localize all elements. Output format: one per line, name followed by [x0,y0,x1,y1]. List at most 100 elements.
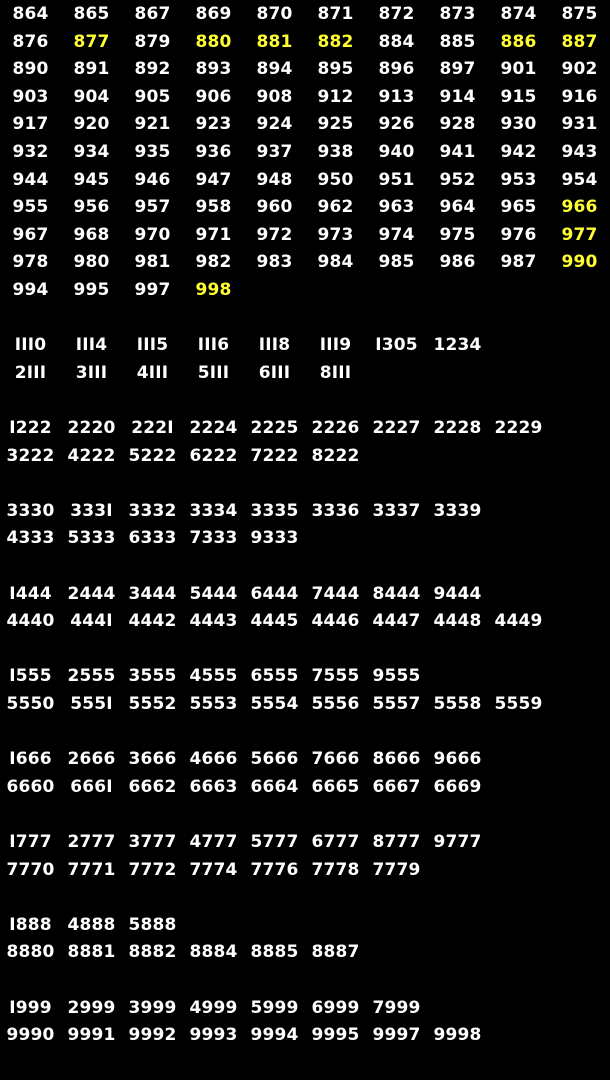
number: 6660 [6,776,55,797]
number: 7771 [67,859,116,880]
number: 8666 [372,749,421,770]
number: I999 [9,997,52,1018]
number: 902 [561,59,598,80]
number: 4555 [189,666,238,687]
number: 963 [378,197,415,218]
number: 4999 [189,997,238,1018]
number: 948 [256,169,293,190]
number: 9991 [67,1025,116,1046]
number: 5556 [311,694,360,714]
number: 894 [256,59,293,80]
number: 9555 [372,666,421,687]
number: 953 [500,169,537,190]
number: 912 [317,86,354,107]
number: 5554 [250,694,299,714]
number: 943 [561,142,598,162]
number: 925 [317,114,354,135]
number: 987 [500,252,537,273]
number: 5222 [128,445,177,466]
number: 891 [73,59,110,80]
number: 872 [378,4,415,24]
number: 7776 [250,859,299,880]
number: 946 [134,169,171,190]
highlighted-number: 990 [561,252,598,273]
number: III6 [197,335,230,356]
number: 867 [134,4,171,24]
number: 5552 [128,694,177,714]
number: 6333 [128,528,177,549]
spacer-row [0,469,610,497]
highlighted-number: 998 [195,280,232,300]
number: 6664 [250,776,299,797]
number: 936 [195,142,232,162]
spacer-row [0,304,610,332]
number: 5557 [372,694,421,714]
number: 954 [561,169,598,190]
number: 885 [439,31,476,52]
number: 960 [256,197,293,218]
number: 983 [256,252,293,273]
number-row: 6660 666I 6662 6663 6664 6665 6667 6669 [0,773,610,801]
number: 2228 [433,418,482,438]
number: 950 [317,169,354,190]
number: III0 [14,335,47,356]
number: 9995 [311,1025,360,1046]
number: 9994 [250,1025,299,1046]
number: 956 [73,197,110,218]
number-row: I777 2777 3777 4777 5777 6777 8777 9777 [0,828,610,856]
number: 905 [134,86,171,107]
number: 903 [12,86,49,107]
number: 6444 [250,583,299,604]
number: 3222 [6,445,55,466]
number: 4447 [372,611,421,632]
number-row: 864 865 867 869 870 871 872 873 874 875 [0,0,610,28]
number: 9990 [6,1025,55,1046]
number: 968 [73,224,110,245]
number-row: I222 2220 222I 2224 2225 2226 2227 2228 2229 [0,414,610,442]
number: 895 [317,59,354,80]
number: 869 [195,4,232,24]
spacer-row [0,800,610,828]
number: 904 [73,86,110,107]
highlighted-number: 877 [73,31,110,52]
number: 940 [378,142,415,162]
number: 8884 [189,942,238,963]
number: 917 [12,114,49,135]
number: 7666 [311,749,360,770]
number: 5550 [6,694,55,714]
number-row: 967 968 970 971 972 973 974 975 976 977 [0,221,610,249]
number: 7222 [250,445,299,466]
number: 4446 [311,611,360,632]
number: 873 [439,4,476,24]
number: 5558 [433,694,482,714]
number: 5999 [250,997,299,1018]
number: 5559 [494,694,543,714]
number: 2444 [67,583,116,604]
number: 6222 [189,445,238,466]
spacer-row [0,966,610,994]
number: 4III [136,362,169,383]
number: 976 [500,224,537,245]
number: 3444 [128,583,177,604]
number: 7333 [189,528,238,549]
number: 4777 [189,832,238,852]
number: 555I [70,694,113,714]
number: 5III [197,362,230,383]
number: 967 [12,224,49,245]
number: I555 [9,666,52,687]
number: 333I [70,500,113,521]
number: 222I [131,418,174,438]
number: 3777 [128,832,177,852]
number: 8444 [372,583,421,604]
number: 874 [500,4,537,24]
number: 952 [439,169,476,190]
number: 6667 [372,776,421,797]
number: 9666 [433,749,482,770]
number: 980 [73,252,110,273]
number: 6663 [189,776,238,797]
number: 4888 [67,914,116,935]
number: 942 [500,142,537,162]
number: 5888 [128,914,177,935]
number: 8880 [6,942,55,963]
number: 958 [195,197,232,218]
